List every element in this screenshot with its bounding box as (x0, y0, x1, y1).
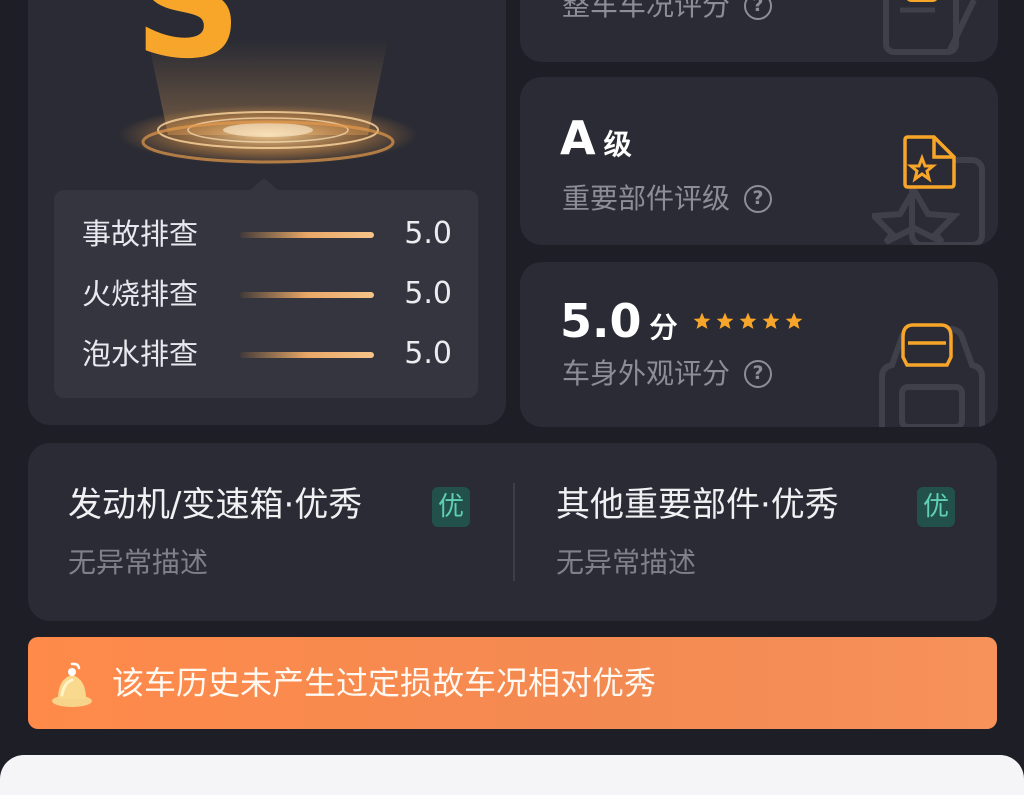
check-label: 事故排查 (82, 217, 199, 251)
excellent-badge: 优 (432, 487, 470, 527)
other-parts-desc: 无异常描述 (556, 546, 697, 579)
check-score: 5.0 (404, 336, 452, 371)
help-icon[interactable]: ? (744, 360, 773, 388)
check-row-flood: 泡水排查 5.0 (54, 334, 478, 374)
rating-stars (692, 311, 804, 331)
help-icon[interactable]: ? (744, 185, 773, 213)
check-score: 5.0 (404, 276, 452, 311)
parts-label: 重要部件评级 (562, 182, 731, 215)
exterior-score-value: 5.0 (560, 294, 642, 348)
section-divider (513, 483, 515, 581)
parts-grade-unit: 级 (603, 128, 632, 161)
star-icon (762, 312, 779, 329)
other-parts-title: 其他重要部件·优秀 (556, 485, 839, 525)
history-banner-text: 该车历史未产生过定损故车况相对优秀 (112, 664, 657, 702)
exterior-score-card[interactable]: 5.0 分 车身外观评分 ? (520, 262, 998, 427)
check-score-bar (240, 292, 374, 298)
parts-grade: A 级 (560, 115, 632, 161)
check-score-bar (240, 352, 374, 358)
risk-checks-panel: 事故排查 5.0 火烧排查 5.0 泡水排查 5.0 (54, 178, 478, 398)
excellent-badge: 优 (917, 487, 955, 527)
check-row-fire: 火烧排查 5.0 (54, 274, 478, 314)
check-score: 5.0 (404, 216, 452, 251)
star-icon (785, 312, 802, 329)
overall-score-card[interactable]: 整车车况评分 ? (520, 0, 998, 62)
exterior-score: 5.0 分 (560, 298, 804, 344)
check-row-accident: 事故排查 5.0 (54, 214, 478, 254)
components-summary-card: 发动机/变速箱·优秀 优 无异常描述 其他重要部件·优秀 优 无异常描述 (28, 443, 997, 621)
important-parts-card[interactable]: A 级 重要部件评级 ? (520, 77, 998, 245)
check-label: 火烧排查 (82, 277, 199, 311)
parts-label-row: 重要部件评级 ? (562, 181, 773, 217)
star-document-icon (872, 135, 985, 245)
check-score-bar (240, 232, 374, 238)
star-icon (739, 312, 756, 329)
report-icon (883, 0, 977, 55)
car-icon (879, 323, 985, 427)
engine-gearbox-title: 发动机/变速箱·优秀 (68, 485, 363, 525)
help-icon[interactable]: ? (744, 0, 773, 20)
overall-score-label: 整车车况评分 (562, 0, 731, 22)
history-banner: 该车历史未产生过定损故车况相对优秀 (28, 637, 997, 729)
exterior-score-unit: 分 (649, 311, 678, 344)
overall-score-label-row: 整车车况评分 ? (562, 0, 773, 24)
grade-card: S 事故排查 5.0 火烧排查 5.0 (28, 0, 506, 425)
engine-gearbox-desc: 无异常描述 (68, 546, 209, 579)
star-icon (693, 312, 710, 329)
exterior-label-row: 车身外观评分 ? (562, 356, 773, 392)
star-icon (716, 312, 733, 329)
glowing-pedestal-image (118, 40, 418, 165)
bottom-sheet (0, 755, 1024, 795)
bell-icon (52, 662, 92, 707)
parts-grade-value: A (560, 111, 596, 165)
exterior-label: 车身外观评分 (562, 357, 731, 390)
check-label: 泡水排查 (82, 337, 199, 371)
